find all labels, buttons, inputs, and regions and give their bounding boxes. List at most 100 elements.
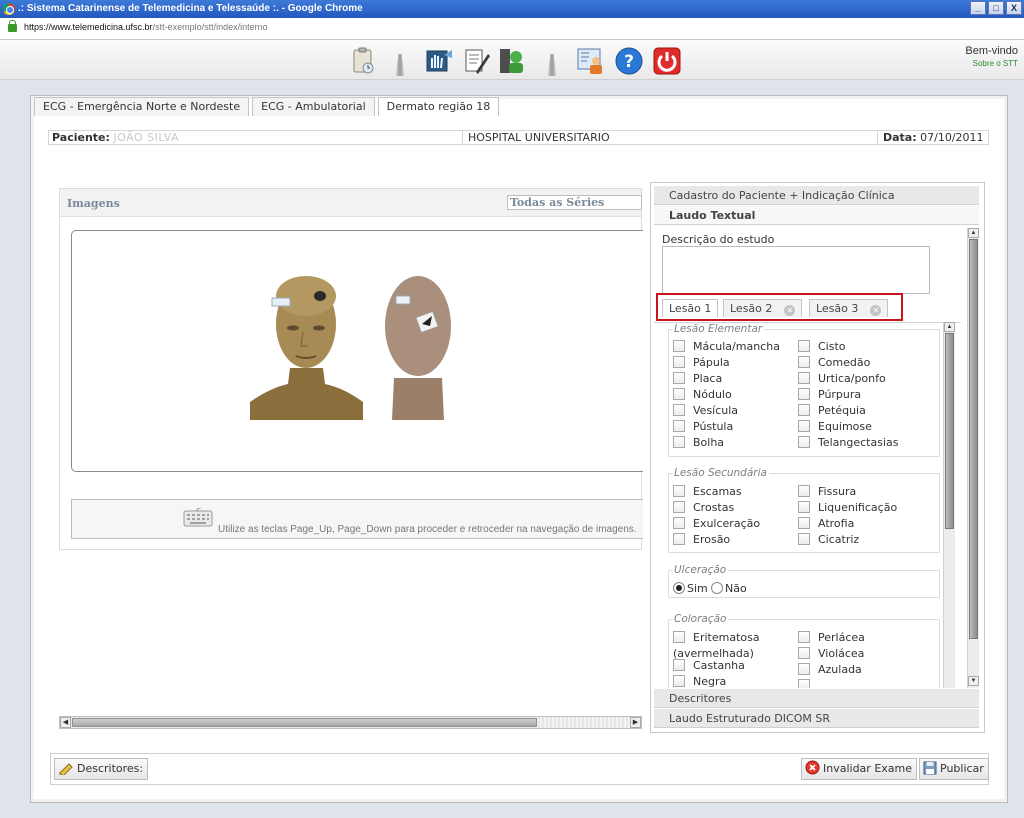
laudo-scrollbar[interactable]: ▲ ▼ <box>967 228 979 688</box>
user-report-icon[interactable] <box>576 46 606 76</box>
checkbox-box[interactable] <box>673 501 685 513</box>
checkbox-erosao[interactable]: Erosão <box>673 533 730 549</box>
checkbox-box[interactable] <box>798 372 810 384</box>
checkbox-violacea[interactable]: Violácea <box>798 647 864 663</box>
checkbox-fissura[interactable]: Fissura <box>798 485 856 501</box>
checkbox-box[interactable] <box>673 485 685 497</box>
accordion-descritores[interactable]: Descritores <box>654 689 979 708</box>
checkbox-box[interactable] <box>798 679 810 688</box>
radio-button[interactable] <box>711 582 723 594</box>
checkbox-box[interactable] <box>673 659 685 671</box>
tab-ecg-emergencia[interactable]: ECG - Emergência Norte e Nordeste <box>34 97 250 116</box>
about-link[interactable]: Sobre o STT <box>965 59 1018 68</box>
checkbox-exulceracao[interactable]: Exulceração <box>673 517 760 533</box>
checkbox-box[interactable] <box>673 420 685 432</box>
radio-ulceracao-nao[interactable]: Não <box>711 582 747 598</box>
checkbox-box[interactable] <box>673 517 685 529</box>
checkbox-box[interactable] <box>798 501 810 513</box>
tab-dermato[interactable]: Dermato região 18 <box>377 97 500 116</box>
tab-ecg-ambulatorial[interactable]: ECG - Ambulatorial <box>252 97 375 116</box>
checkbox-box[interactable] <box>798 533 810 545</box>
checkbox-crostas[interactable]: Crostas <box>673 501 734 517</box>
checkbox-macula[interactable]: Mácula/mancha <box>673 340 780 356</box>
accordion-dicom-sr[interactable]: Laudo Estruturado DICOM SR <box>654 709 979 728</box>
document-edit-icon[interactable] <box>462 46 492 76</box>
description-textarea[interactable] <box>662 246 930 294</box>
checkbox-pustula[interactable]: Pústula <box>673 420 733 436</box>
checkbox-cisto[interactable]: Cisto <box>798 340 846 356</box>
checkbox-box[interactable] <box>798 647 810 659</box>
checkbox-box[interactable] <box>673 356 685 368</box>
mannequin-back-image[interactable] <box>372 266 464 420</box>
minimize-button[interactable]: _ <box>970 1 986 15</box>
checkbox-castanha[interactable]: Castanha <box>673 659 745 675</box>
checkbox-equimose[interactable]: Equimose <box>798 420 872 436</box>
checkbox-box[interactable] <box>673 675 685 687</box>
horizontal-scrollbar[interactable]: ◀ ▶ <box>59 716 642 729</box>
checkbox-extra[interactable] <box>798 679 818 688</box>
checkbox-box[interactable] <box>798 663 810 675</box>
help-icon[interactable]: ? <box>614 46 644 76</box>
address-bar[interactable]: https://www.telemedicina.ufsc.br/stt-exe… <box>0 18 1024 40</box>
checkbox-box[interactable] <box>798 356 810 368</box>
checkbox-atrofia[interactable]: Atrofia <box>798 517 854 533</box>
checkbox-vesicula[interactable]: Vesícula <box>673 404 738 420</box>
checkbox-papula[interactable]: Pápula <box>673 356 730 372</box>
accordion-laudo-textual[interactable]: Laudo Textual <box>654 206 979 225</box>
scroll-up-arrow[interactable]: ▲ <box>944 322 955 332</box>
radio-button[interactable] <box>673 582 685 594</box>
checkbox-urtica[interactable]: Urtica/ponfo <box>798 372 886 388</box>
checkbox-box[interactable] <box>798 404 810 416</box>
checkbox-box[interactable] <box>673 388 685 400</box>
checkbox-perlacea[interactable]: Perlácea <box>798 631 865 647</box>
checkbox-box[interactable] <box>798 388 810 400</box>
close-window-button[interactable]: X <box>1006 1 1022 15</box>
accordion-cadastro[interactable]: Cadastro do Paciente + Indicação Clínica <box>654 186 979 205</box>
url-text[interactable]: https://www.telemedicina.ufsc.br/stt-exe… <box>24 22 268 32</box>
scrollbar-thumb[interactable] <box>969 239 978 639</box>
checkbox-box[interactable] <box>673 533 685 545</box>
checkbox-escamas[interactable]: Escamas <box>673 485 742 501</box>
radio-ulceracao-sim[interactable]: Sim <box>673 582 708 598</box>
checkbox-box[interactable] <box>798 517 810 529</box>
hand-xray-icon[interactable] <box>424 46 454 76</box>
checkbox-box[interactable] <box>798 340 810 352</box>
checkbox-telangectasias[interactable]: Telangectasias <box>798 436 899 452</box>
mannequin-front-image[interactable] <box>250 266 363 420</box>
scroll-up-arrow[interactable]: ▲ <box>968 228 979 238</box>
checkbox-negra[interactable]: Negra <box>673 675 726 688</box>
checkbox-bolha[interactable]: Bolha <box>673 436 724 452</box>
patient-viewer-icon[interactable] <box>497 46 527 76</box>
image-viewer[interactable] <box>71 230 643 472</box>
descritores-button[interactable]: Descritores: <box>54 758 149 780</box>
publicar-button[interactable]: Publicar <box>919 758 989 780</box>
checkbox-cicatriz[interactable]: Cicatriz <box>798 533 859 549</box>
checkbox-nodulo[interactable]: Nódulo <box>673 388 732 404</box>
tab-lesao-1[interactable]: Lesão 1 <box>662 299 719 317</box>
power-logout-icon[interactable] <box>652 46 682 76</box>
checkbox-box[interactable] <box>798 485 810 497</box>
checkbox-box[interactable] <box>798 631 810 643</box>
checkbox-box[interactable] <box>673 404 685 416</box>
close-tab-icon[interactable]: ✕ <box>784 305 796 316</box>
checkbox-placa[interactable]: Placa <box>673 372 722 388</box>
close-tab-icon[interactable]: ✕ <box>870 305 882 316</box>
checkbox-purpura[interactable]: Púrpura <box>798 388 861 404</box>
invalidar-exame-button[interactable]: Invalidar Exame <box>801 758 918 780</box>
lesion-form-scrollbar[interactable]: ▲ <box>943 322 955 688</box>
scroll-left-arrow[interactable]: ◀ <box>60 717 71 728</box>
checkbox-box[interactable] <box>673 436 685 448</box>
clipboard-icon[interactable] <box>348 46 378 76</box>
series-select[interactable]: Todas as Séries <box>507 195 642 210</box>
checkbox-liquenificacao[interactable]: Liquenificação <box>798 501 897 517</box>
checkbox-box[interactable] <box>673 631 685 643</box>
checkbox-box[interactable] <box>798 420 810 432</box>
scrollbar-thumb[interactable] <box>72 718 537 727</box>
checkbox-petequia[interactable]: Petéquia <box>798 404 866 420</box>
scroll-right-arrow[interactable]: ▶ <box>630 717 641 728</box>
checkbox-eritematosa[interactable]: Eritematosa <box>673 631 760 647</box>
checkbox-box[interactable] <box>673 340 685 352</box>
checkbox-box[interactable] <box>798 436 810 448</box>
tab-lesao-2[interactable]: Lesão 2 ✕ <box>723 299 803 317</box>
checkbox-box[interactable] <box>673 372 685 384</box>
